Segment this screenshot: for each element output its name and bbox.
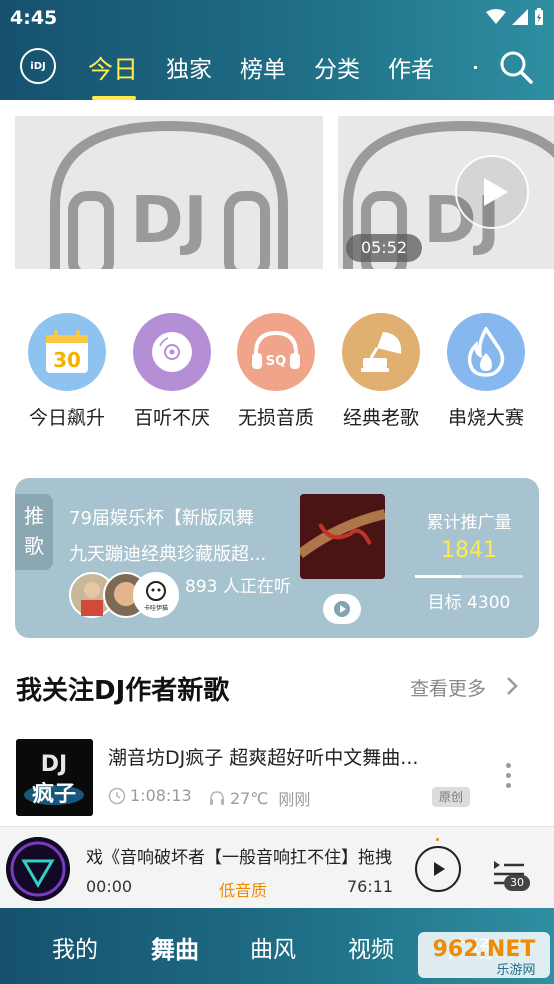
play-icon[interactable] xyxy=(415,846,461,892)
cover-text-bottom: 疯子 xyxy=(32,781,76,807)
category-label: 今日飙升 xyxy=(28,407,105,429)
recommend-title-line2: 九天蹦迪经典珍藏版超... xyxy=(69,544,267,565)
play-icon[interactable] xyxy=(454,154,530,230)
playlist-count-badge: 30 xyxy=(504,875,530,891)
status-icons xyxy=(486,8,544,26)
sq-headphones-icon: SQ xyxy=(237,313,315,391)
recommend-cover[interactable] xyxy=(300,494,385,579)
mini-player[interactable]: 戏《音响破坏者【一般音响扛不住】拖拽 00:00 低音质 76:11 30 xyxy=(0,826,554,908)
watermark-logo: 962.NET 乐游网 xyxy=(418,932,550,978)
cd-icon xyxy=(133,313,211,391)
watermark-text-top: 962.NET xyxy=(433,937,536,962)
category-label: 百听不厌 xyxy=(133,407,210,429)
section-title: 我关注DJ作者新歌 xyxy=(16,676,230,706)
category-label: 经典老歌 xyxy=(342,407,419,429)
search-icon[interactable] xyxy=(498,49,534,85)
flame-icon xyxy=(447,313,525,391)
signal-icon xyxy=(512,9,528,25)
song-duration: 1:08:13 xyxy=(108,786,192,805)
tab-exclusive[interactable]: 独家 xyxy=(166,50,212,90)
avatar-caption: 卡哇伊猫 xyxy=(143,605,168,612)
promotion-progress xyxy=(415,575,523,578)
clock-icon xyxy=(108,787,126,804)
bottom-nav-mine[interactable]: 我的 xyxy=(52,930,98,964)
time-ago-text: 刚刚 xyxy=(278,790,311,809)
sq-badge: SQ xyxy=(266,354,286,369)
tab-overflow-indicator xyxy=(474,66,477,69)
cover-text-top: DJ xyxy=(41,752,67,777)
player-quality[interactable]: 低音质 xyxy=(219,877,267,901)
more-options-icon[interactable] xyxy=(503,763,513,795)
category-item-lossless[interactable]: SQ 无损音质 xyxy=(231,313,321,430)
promotion-label: 累计推广量 xyxy=(426,513,512,533)
calendar-icon: 30 xyxy=(28,313,106,391)
promotion-target: 目标 4300 xyxy=(427,593,511,613)
song-title[interactable]: 潮音坊DJ疯子 超爽超好听中文舞曲... xyxy=(108,743,468,770)
player-indicator-dot xyxy=(436,838,439,841)
gramophone-icon xyxy=(342,313,420,391)
recommend-title-line1: 79届娱乐杯【新版凤舞 xyxy=(69,508,254,529)
tab-authors[interactable]: 作者 xyxy=(388,50,434,90)
recommend-tag: 推歌 xyxy=(15,494,53,570)
bottom-nav-genre[interactable]: 曲风 xyxy=(250,930,296,964)
tab-categories[interactable]: 分类 xyxy=(314,50,360,90)
watermark-text-bottom: 乐游网 xyxy=(496,963,535,978)
player-song-title: 戏《音响破坏者【一般音响扛不住】拖拽 xyxy=(86,848,392,868)
app-logo[interactable]: iDJ xyxy=(20,48,56,84)
player-current-time: 00:00 xyxy=(86,877,133,896)
category-label: 无损音质 xyxy=(237,407,314,429)
listening-suffix: 人正在听 xyxy=(222,577,291,597)
category-item-favorites[interactable]: 百听不厌 xyxy=(127,313,217,430)
listening-count: 893 人正在听 xyxy=(185,574,295,601)
player-total-time: 76:11 xyxy=(347,877,394,896)
song-stats: 27℃ 刚刚 xyxy=(208,786,310,810)
category-item-trending[interactable]: 30 今日飙升 xyxy=(22,313,112,430)
tab-bar: 今日 独家 榜单 分类 作者 xyxy=(88,50,462,100)
wifi-icon xyxy=(486,9,506,24)
tab-charts[interactable]: 榜单 xyxy=(240,50,286,90)
tab-today[interactable]: 今日 xyxy=(88,50,138,100)
category-item-classics[interactable]: 经典老歌 xyxy=(336,313,426,430)
headphones-icon xyxy=(210,791,224,805)
temperature-text: 27℃ xyxy=(230,788,269,808)
chevron-right-icon[interactable] xyxy=(505,675,519,697)
status-time: 4:45 xyxy=(10,7,58,29)
category-item-medley[interactable]: 串烧大赛 xyxy=(441,313,531,430)
song-cover[interactable]: DJ 疯子 xyxy=(16,739,93,816)
duration-text: 1:08:13 xyxy=(130,786,192,805)
promotion-progress-fill xyxy=(415,575,462,578)
promotion-value: 1841 xyxy=(441,538,497,563)
recommend-card[interactable]: 推歌 79届娱乐杯【新版凤舞 九天蹦迪经典珍藏版超... 卡哇伊猫 893 人正… xyxy=(15,478,539,638)
dj-headphones-logo: DJ xyxy=(50,120,288,269)
listening-number: 893 xyxy=(185,577,218,597)
play-icon[interactable] xyxy=(323,594,361,624)
player-disc[interactable] xyxy=(6,837,70,901)
banner-card[interactable]: DJ xyxy=(15,116,323,269)
status-bar: 4:45 xyxy=(0,0,554,36)
original-badge: 原创 xyxy=(432,787,470,807)
calendar-badge: 30 xyxy=(53,348,81,372)
video-duration-badge: 05:52 xyxy=(346,234,422,262)
category-label: 串烧大赛 xyxy=(447,407,524,429)
top-nav: iDJ 今日 独家 榜单 分类 作者 xyxy=(0,40,554,100)
logo-text: iDJ xyxy=(30,60,46,72)
battery-icon xyxy=(535,8,543,25)
avatar[interactable]: 卡哇伊猫 xyxy=(133,572,179,618)
app-header: 4:45 iDJ 今日 独家 榜单 分类 作者 xyxy=(0,0,554,100)
svg-text:DJ: DJ xyxy=(131,184,208,258)
bottom-nav-dance[interactable]: 舞曲 xyxy=(151,930,199,965)
see-more-link[interactable]: 查看更多 xyxy=(410,674,486,701)
bottom-nav-video[interactable]: 视频 xyxy=(348,930,394,964)
